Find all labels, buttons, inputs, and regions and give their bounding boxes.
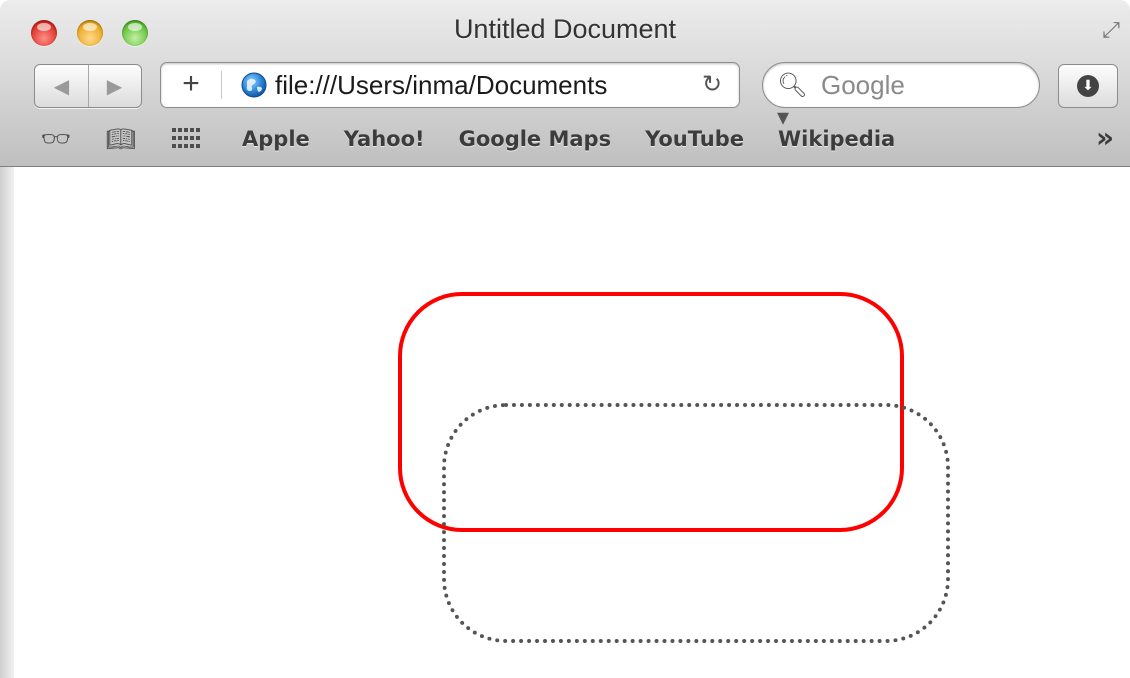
address-separator (221, 71, 222, 99)
back-arrow-icon: ◀ (53, 74, 70, 98)
bookmarks-overflow-chevron-icon[interactable]: » (1096, 122, 1130, 154)
window-left-edge (0, 167, 15, 678)
browser-window: Untitled Document ⤢ ◀ ▶ + file:///Users/… (0, 0, 1130, 678)
navigation-buttons: ◀ ▶ (34, 64, 142, 108)
bookmarks-book-icon[interactable]: 📖︎ (100, 124, 142, 154)
browser-chrome: Untitled Document ⤢ ◀ ▶ + file:///Users/… (0, 0, 1130, 167)
reload-icon[interactable]: ↻ (697, 68, 727, 100)
reading-list-icon[interactable]: 👓︎ (36, 124, 76, 154)
fullscreen-icon[interactable]: ⤢ (1098, 18, 1124, 44)
window-title: Untitled Document (453, 14, 677, 44)
bookmarks-bar: Apple Yahoo! Google Maps YouTube Wikiped… (242, 124, 895, 154)
search-input[interactable] (821, 67, 1021, 103)
top-sites-grid-icon[interactable] (172, 128, 204, 150)
address-bar[interactable]: + file:///Users/inma/Documents ↻ (160, 62, 740, 108)
bookmark-youtube[interactable]: YouTube (645, 124, 744, 154)
dotted-rounded-box (442, 403, 950, 643)
bookmark-yahoo[interactable]: Yahoo! (344, 124, 425, 154)
search-icon[interactable]: 🔍︎▾ (777, 69, 817, 131)
back-button[interactable]: ◀ (35, 65, 89, 107)
forward-arrow-icon: ▶ (106, 74, 123, 98)
add-bookmark-button[interactable]: + (171, 68, 211, 100)
url-text[interactable]: file:///Users/inma/Documents (275, 67, 685, 103)
globe-icon (241, 72, 267, 98)
bookmark-google-maps[interactable]: Google Maps (459, 124, 611, 154)
bookmark-wikipedia[interactable]: Wikipedia (778, 124, 895, 154)
downloads-button[interactable]: ⬇ (1058, 64, 1118, 108)
forward-button[interactable]: ▶ (88, 65, 141, 107)
download-icon: ⬇ (1077, 75, 1099, 97)
bookmark-apple[interactable]: Apple (242, 124, 310, 154)
search-field[interactable]: 🔍︎▾ (762, 62, 1040, 131)
